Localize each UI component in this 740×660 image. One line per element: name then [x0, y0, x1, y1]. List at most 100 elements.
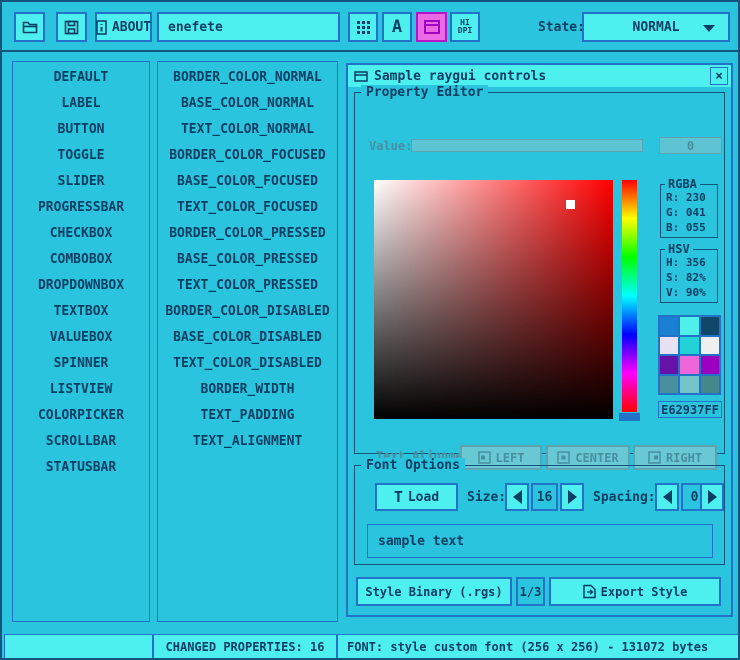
list-item[interactable]: SLIDER	[13, 169, 149, 195]
list-item[interactable]: DROPDOWNBOX	[13, 273, 149, 299]
palette-swatch[interactable]	[660, 317, 678, 335]
spacing-increase-button[interactable]	[700, 483, 724, 511]
property-editor-label: Property Editor	[361, 85, 488, 100]
value-slider[interactable]	[411, 139, 643, 152]
list-item[interactable]: SPINNER	[13, 351, 149, 377]
size-decrease-button[interactable]	[505, 483, 529, 511]
load-font-button[interactable]: T Load	[375, 483, 458, 511]
list-item[interactable]: COLORPICKER	[13, 403, 149, 429]
save-style-button[interactable]	[56, 12, 87, 42]
size-value-box[interactable]: 16	[531, 483, 558, 511]
list-item[interactable]: TEXT_COLOR_PRESSED	[158, 273, 337, 299]
list-item[interactable]: TEXT_COLOR_NORMAL	[158, 117, 337, 143]
palette-swatch[interactable]	[701, 317, 719, 335]
hidpi-button[interactable]: HI DPI	[450, 12, 480, 42]
export-icon	[583, 584, 596, 599]
list-item[interactable]: BORDER_COLOR_FOCUSED	[158, 143, 337, 169]
font-mode-button[interactable]: A	[382, 12, 412, 42]
hsv-s-value: S: 82%	[661, 270, 717, 285]
window-mode-button[interactable]	[416, 12, 447, 42]
hue-slider-handle[interactable]	[619, 413, 640, 421]
hsv-label: HSV	[665, 242, 693, 256]
align-right-icon	[648, 451, 661, 464]
arrow-left-icon	[513, 490, 522, 504]
statusbar-empty-segment	[4, 634, 153, 660]
sample-text-box[interactable]: sample text	[367, 524, 713, 558]
list-item[interactable]: TEXT_ALIGNMENT	[158, 429, 337, 455]
list-item[interactable]: CHECKBOX	[13, 221, 149, 247]
grid-mode-button[interactable]	[348, 12, 378, 42]
toolbar-separator	[2, 50, 738, 52]
size-increase-button[interactable]	[560, 483, 584, 511]
state-dropdown-value: NORMAL	[633, 20, 680, 35]
color-picker-panel[interactable]	[374, 180, 613, 419]
arrow-right-icon	[568, 490, 577, 504]
palette-swatch[interactable]	[680, 317, 698, 335]
list-item[interactable]: TEXT_COLOR_FOCUSED	[158, 195, 337, 221]
statusbar-font-info: FONT: style custom font (256 x 256) - 13…	[337, 634, 740, 660]
list-item[interactable]: VALUEBOX	[13, 325, 149, 351]
value-label: Value:	[369, 139, 412, 153]
list-item[interactable]: TEXT_PADDING	[158, 403, 337, 429]
state-dropdown[interactable]: NORMAL	[582, 12, 730, 42]
spacing-label: Spacing:	[593, 490, 656, 505]
export-style-button[interactable]: Export Style	[549, 577, 721, 606]
window-icon	[424, 20, 440, 34]
list-item[interactable]: BUTTON	[13, 117, 149, 143]
list-item[interactable]: LABEL	[13, 91, 149, 117]
hue-bar[interactable]	[622, 180, 637, 412]
list-item[interactable]: BORDER_COLOR_DISABLED	[158, 299, 337, 325]
list-item[interactable]: TEXTBOX	[13, 299, 149, 325]
palette-swatch[interactable]	[680, 376, 698, 394]
palette-swatch[interactable]	[701, 356, 719, 374]
list-item[interactable]: COMBOBOX	[13, 247, 149, 273]
list-item[interactable]: BORDER_COLOR_NORMAL	[158, 65, 337, 91]
list-item[interactable]: BASE_COLOR_PRESSED	[158, 247, 337, 273]
style-binary-button[interactable]: Style Binary (.rgs)	[356, 577, 512, 606]
style-name-input[interactable]	[157, 12, 340, 42]
palette-swatch[interactable]	[660, 376, 678, 394]
hsv-h-value: H: 356	[661, 255, 717, 270]
palette-swatch[interactable]	[680, 337, 698, 355]
statusbar-changed-properties: CHANGED PROPERTIES: 16	[153, 634, 337, 660]
list-item[interactable]: STATUSBAR	[13, 455, 149, 481]
list-item[interactable]: TEXT_COLOR_DISABLED	[158, 351, 337, 377]
list-item[interactable]: PROGRESSBAR	[13, 195, 149, 221]
value-box[interactable]: 0	[659, 137, 722, 154]
font-a-icon: A	[392, 17, 402, 37]
palette-swatch[interactable]	[701, 337, 719, 355]
hsv-v-value: V: 90%	[661, 285, 717, 300]
palette-swatch[interactable]	[660, 337, 678, 355]
palette-swatch[interactable]	[680, 356, 698, 374]
list-item[interactable]: LISTVIEW	[13, 377, 149, 403]
list-item[interactable]: BASE_COLOR_DISABLED	[158, 325, 337, 351]
controls-list: DEFAULTLABELBUTTONTOGGLESLIDERPROGRESSBA…	[12, 61, 150, 622]
grid-icon	[357, 21, 370, 34]
list-item[interactable]: BORDER_WIDTH	[158, 377, 337, 403]
font-options-label: Font Options	[361, 458, 465, 473]
state-label: State:	[538, 20, 585, 35]
window-titlebar[interactable]: Sample raygui controls ×	[348, 65, 731, 87]
list-item[interactable]: TOGGLE	[13, 143, 149, 169]
about-button-label: ABOUT	[112, 20, 151, 35]
color-palette	[658, 315, 721, 395]
list-item[interactable]: BASE_COLOR_FOCUSED	[158, 169, 337, 195]
rguistyler-app: ABOUT A HI DPI State: NORMAL	[0, 0, 740, 660]
info-icon	[96, 20, 107, 35]
about-button[interactable]: ABOUT	[95, 12, 152, 42]
list-item[interactable]: DEFAULT	[13, 65, 149, 91]
open-style-button[interactable]	[14, 12, 45, 42]
export-format-indicator[interactable]: 1/3	[516, 577, 545, 606]
close-icon[interactable]: ×	[710, 67, 728, 85]
list-item[interactable]: SCROLLBAR	[13, 429, 149, 455]
color-picker-cursor[interactable]	[566, 200, 575, 209]
palette-swatch[interactable]	[660, 356, 678, 374]
list-item[interactable]: BASE_COLOR_NORMAL	[158, 91, 337, 117]
palette-swatch[interactable]	[701, 376, 719, 394]
load-font-icon: T	[394, 488, 403, 506]
hex-color-input[interactable]: E62937FF	[658, 401, 722, 418]
list-item[interactable]: BORDER_COLOR_PRESSED	[158, 221, 337, 247]
properties-list: BORDER_COLOR_NORMALBASE_COLOR_NORMALTEXT…	[157, 61, 338, 622]
spacing-decrease-button[interactable]	[655, 483, 679, 511]
size-label: Size:	[467, 490, 506, 505]
